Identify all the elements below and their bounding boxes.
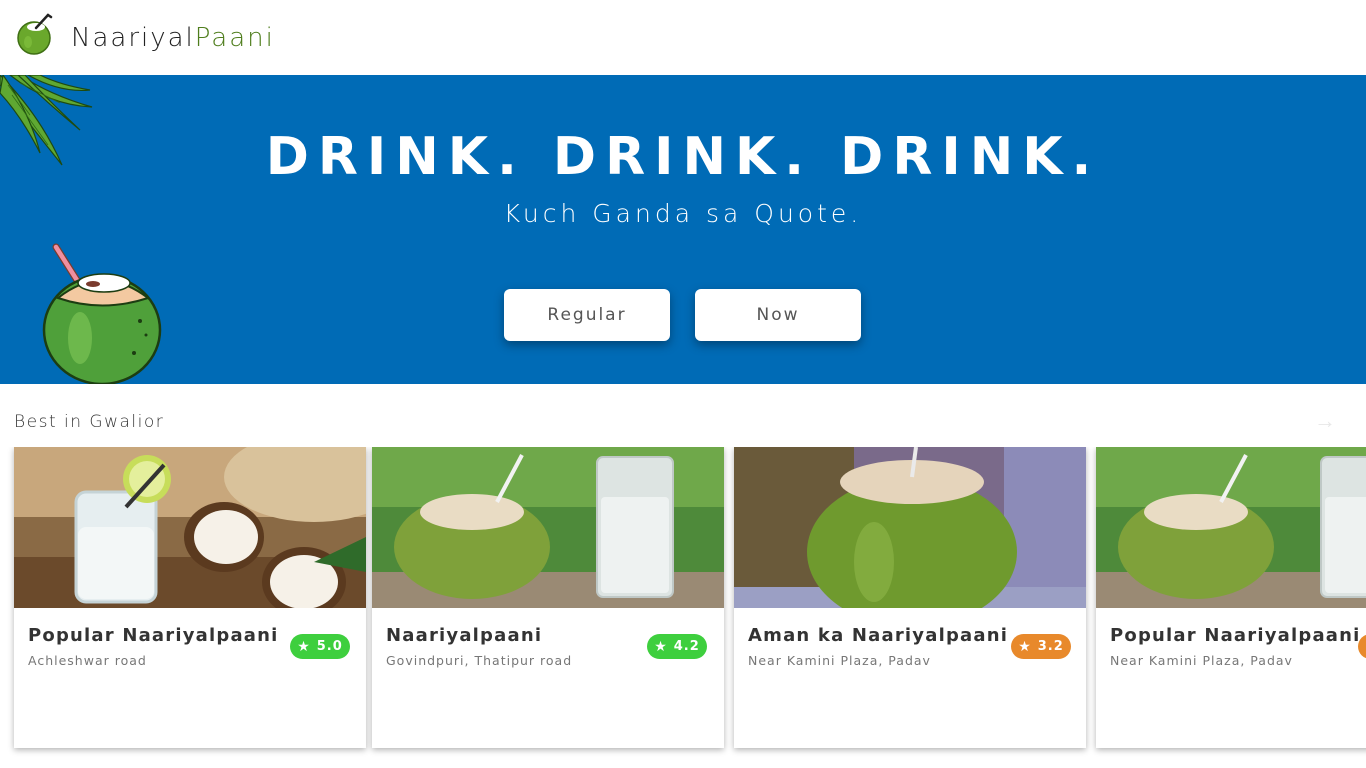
section-title: Best in Gwalior <box>14 412 165 432</box>
rating-badge: ★ 5.0 <box>290 634 350 659</box>
shop-name: Naariyalpaani <box>386 625 543 646</box>
brand-name[interactable]: NaariyalPaani <box>71 23 275 53</box>
shop-address: Govindpuri, Thatipur road <box>386 653 573 668</box>
shop-address: Near Kamini Plaza, Padav <box>1110 653 1293 668</box>
navbar: NaariyalPaani <box>0 0 1366 75</box>
rating-value: 5.0 <box>316 639 343 654</box>
hero-banner: DRINK. DRINK. DRINK. Kuch Ganda sa Quote… <box>0 75 1366 384</box>
card-carousel: Popular Naariyalpaani Achleshwar road ★ 5… <box>0 447 1366 757</box>
shop-name: Popular Naariyalpaani <box>28 625 279 646</box>
shop-card-image <box>734 447 1086 608</box>
hero-title: DRINK. DRINK. DRINK. <box>265 127 1101 187</box>
shop-card-image <box>1096 447 1366 608</box>
shop-card[interactable]: Popular Naariyalpaani Near Kamini Plaza,… <box>1096 447 1366 748</box>
rating-badge: ★ 4.2 <box>647 634 707 659</box>
shop-address: Near Kamini Plaza, Padav <box>748 653 931 668</box>
shop-card[interactable]: Aman ka Naariyalpaani Near Kamini Plaza,… <box>734 447 1086 748</box>
shop-card[interactable]: Popular Naariyalpaani Achleshwar road ★ 5… <box>14 447 366 748</box>
brand-name-main: Naariyal <box>71 23 195 53</box>
coconut-drink-illustration <box>42 243 162 384</box>
rating-value: 3.2 <box>1037 639 1064 654</box>
shop-name: Popular Naariyalpaani <box>1110 625 1361 646</box>
brand-name-accent: Paani <box>194 23 275 53</box>
shop-card-image <box>372 447 724 608</box>
shop-card-image <box>14 447 366 608</box>
rating-value: 4.2 <box>673 639 700 654</box>
star-icon: ★ <box>654 638 668 655</box>
regular-button[interactable]: Regular <box>504 289 670 341</box>
shop-card[interactable]: Naariyalpaani Govindpuri, Thatipur road … <box>372 447 724 748</box>
shop-name: Aman ka Naariyalpaani <box>748 625 1009 646</box>
rating-badge: ★ 3.2 <box>1011 634 1071 659</box>
shop-address: Achleshwar road <box>28 653 147 668</box>
coconut-logo-icon[interactable] <box>14 12 56 56</box>
hero-subtitle: Kuch Ganda sa Quote. <box>503 199 863 228</box>
star-icon: ★ <box>1018 638 1032 655</box>
star-icon: ★ <box>297 638 311 655</box>
now-button[interactable]: Now <box>695 289 861 341</box>
next-arrow-icon[interactable]: → <box>1314 408 1336 434</box>
